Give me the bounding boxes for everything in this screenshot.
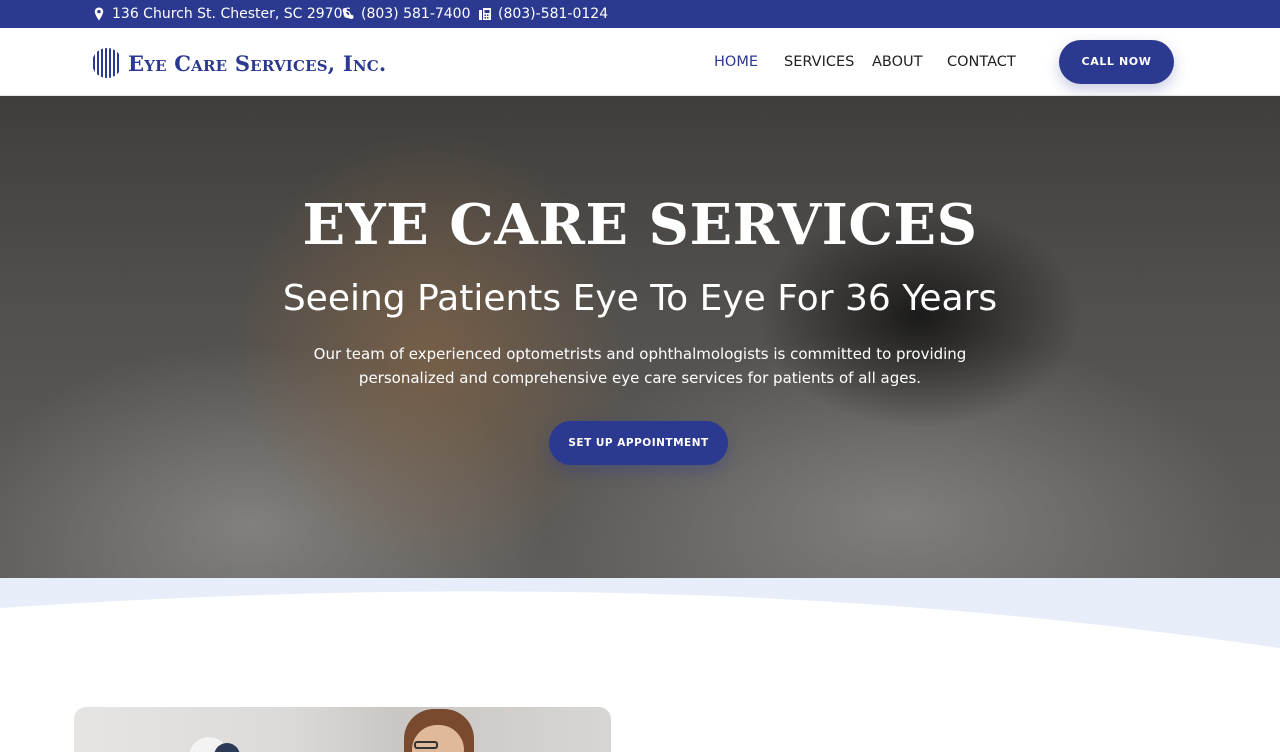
fax-item: (803)-581-0124	[478, 0, 608, 28]
hero-title: EYE CARE SERVICES	[302, 192, 978, 258]
map-marker-icon	[92, 7, 106, 21]
phone-item[interactable]: (803) 581-7400	[341, 0, 471, 28]
call-now-button[interactable]: CALL NOW	[1059, 40, 1174, 84]
nav-home[interactable]: HOME	[714, 28, 758, 96]
hero-overlay	[0, 96, 1280, 580]
hero-section: EYE CARE SERVICES Seeing Patients Eye To…	[0, 96, 1280, 580]
fax-text: (803)-581-0124	[498, 6, 609, 22]
logo-text: Eye Care Services, Inc.	[128, 50, 387, 76]
nav-services[interactable]: SERVICES	[784, 28, 854, 96]
hero-description: Our team of experienced optometrists and…	[313, 345, 967, 387]
doctor-image	[74, 707, 611, 752]
logo[interactable]: Eye Care Services, Inc.	[92, 46, 386, 80]
fax-icon	[478, 7, 492, 21]
address-item: 136 Church St. Chester, SC 29706	[92, 0, 351, 28]
phone-icon	[341, 7, 355, 21]
address-text: 136 Church St. Chester, SC 29706	[112, 6, 352, 22]
top-info-bar: 136 Church St. Chester, SC 29706 (803) 5…	[0, 0, 1280, 28]
wave-divider	[0, 578, 1280, 648]
doctor-glasses	[414, 741, 438, 749]
phone-text[interactable]: (803) 581-7400	[361, 6, 471, 22]
nav-about[interactable]: ABOUT	[872, 28, 923, 96]
site-header: Eye Care Services, Inc. HOME SERVICES AB…	[0, 28, 1280, 96]
logo-icon	[93, 48, 119, 78]
hero-subtitle: Seeing Patients Eye To Eye For 36 Years	[282, 278, 998, 319]
nav-contact[interactable]: CONTACT	[947, 28, 1016, 96]
set-up-appointment-button[interactable]: SET UP APPOINTMENT	[549, 421, 728, 465]
